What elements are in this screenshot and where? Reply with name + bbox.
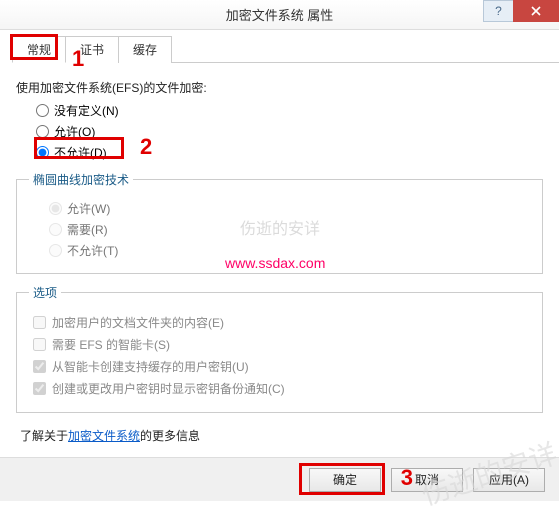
check-cache-key-input[interactable] (33, 360, 46, 373)
efs-radio-none-input[interactable] (36, 104, 49, 117)
tab-body: 使用加密文件系统(EFS)的文件加密: 没有定义(N) 允许(O) 不允许(D)… (0, 63, 559, 454)
efs-radio-none[interactable]: 没有定义(N) (36, 102, 543, 119)
tab-cache[interactable]: 缓存 (118, 36, 172, 63)
efs-heading: 使用加密文件系统(EFS)的文件加密: (16, 79, 543, 96)
check-need-smartcard[interactable]: 需要 EFS 的智能卡(S) (33, 336, 530, 353)
ecc-radio-allow-label: 允许(W) (67, 200, 110, 217)
content-area: 常规 证书 缓存 使用加密文件系统(EFS)的文件加密: 没有定义(N) 允许(… (0, 30, 559, 454)
check-backup-notify-label: 创建或更改用户密钥时显示密钥备份通知(C) (52, 380, 285, 397)
annotation-2: 2 (140, 134, 152, 160)
check-encrypt-docs-label: 加密用户的文档文件夹的内容(E) (52, 314, 224, 331)
check-encrypt-docs[interactable]: 加密用户的文档文件夹的内容(E) (33, 314, 530, 331)
ecc-radio-require-input[interactable] (49, 223, 62, 236)
efs-radio-group: 没有定义(N) 允许(O) 不允许(D) (36, 102, 543, 161)
titlebar: 加密文件系统 属性 ? (0, 0, 559, 30)
ecc-radio-allow[interactable]: 允许(W) (49, 200, 530, 217)
window-title: 加密文件系统 属性 (226, 5, 334, 24)
check-backup-notify[interactable]: 创建或更改用户密钥时显示密钥备份通知(C) (33, 380, 530, 397)
check-need-smartcard-input[interactable] (33, 338, 46, 351)
apply-button[interactable]: 应用(A) (473, 468, 545, 492)
window-buttons: ? (483, 0, 559, 22)
efs-radio-allow-label: 允许(O) (54, 123, 95, 140)
efs-radio-allow[interactable]: 允许(O) (36, 123, 543, 140)
info-link[interactable]: 加密文件系统 (68, 429, 140, 443)
button-bar: 确定 取消 应用(A) (0, 457, 559, 501)
info-prefix: 了解关于 (20, 429, 68, 443)
annotation-3: 3 (401, 465, 413, 491)
annotation-1: 1 (72, 46, 84, 72)
efs-radio-none-label: 没有定义(N) (54, 102, 119, 119)
efs-radio-deny-label: 不允许(D) (54, 144, 107, 161)
ecc-radio-group: 允许(W) 需要(R) 不允许(T) (49, 200, 530, 259)
ecc-radio-deny-input[interactable] (49, 244, 62, 257)
efs-radio-deny-input[interactable] (36, 146, 49, 159)
ecc-radio-require-label: 需要(R) (67, 221, 108, 238)
ecc-fieldset: 椭圆曲线加密技术 允许(W) 需要(R) 不允许(T) (16, 171, 543, 274)
check-need-smartcard-label: 需要 EFS 的智能卡(S) (52, 336, 170, 353)
efs-radio-deny[interactable]: 不允许(D) (36, 144, 543, 161)
check-cache-key-label: 从智能卡创建支持缓存的用户密钥(U) (52, 358, 249, 375)
tab-general[interactable]: 常规 (12, 36, 66, 63)
ecc-radio-deny-label: 不允许(T) (67, 242, 118, 259)
options-fieldset: 选项 加密用户的文档文件夹的内容(E) 需要 EFS 的智能卡(S) 从智能卡创… (16, 284, 543, 413)
info-suffix: 的更多信息 (140, 429, 200, 443)
check-encrypt-docs-input[interactable] (33, 316, 46, 329)
efs-radio-allow-input[interactable] (36, 125, 49, 138)
options-check-group: 加密用户的文档文件夹的内容(E) 需要 EFS 的智能卡(S) 从智能卡创建支持… (33, 314, 530, 397)
check-backup-notify-input[interactable] (33, 382, 46, 395)
options-legend: 选项 (29, 284, 61, 301)
close-button[interactable] (513, 0, 559, 22)
tab-bar: 常规 证书 缓存 (12, 35, 559, 63)
ecc-legend: 椭圆曲线加密技术 (29, 171, 133, 188)
ok-button[interactable]: 确定 (309, 468, 381, 492)
check-cache-key[interactable]: 从智能卡创建支持缓存的用户密钥(U) (33, 358, 530, 375)
help-button[interactable]: ? (483, 0, 513, 22)
ecc-radio-deny[interactable]: 不允许(T) (49, 242, 530, 259)
ecc-radio-allow-input[interactable] (49, 202, 62, 215)
close-icon (531, 6, 541, 16)
info-line: 了解关于加密文件系统的更多信息 (20, 427, 543, 444)
ecc-radio-require[interactable]: 需要(R) (49, 221, 530, 238)
